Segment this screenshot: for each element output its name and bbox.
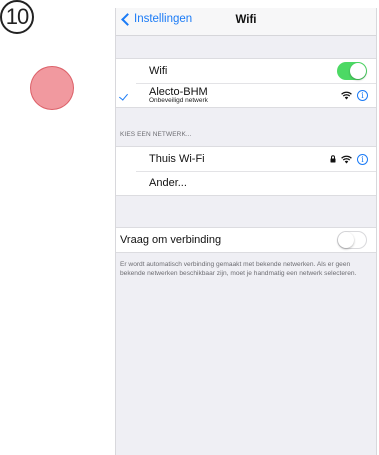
ask-to-join-row: Vraag om verbinding [116, 228, 376, 252]
choose-network-header: KIES EEN NETWERK... [120, 131, 192, 138]
network-name: Thuis Wi-Fi [149, 153, 205, 165]
ask-to-join-group: Vraag om verbinding [116, 227, 376, 253]
wifi-label: Wifi [149, 65, 168, 77]
ask-to-join-description: Er wordt automatisch verbinding gemaakt … [120, 261, 357, 277]
network-row[interactable]: Thuis Wi-Fi i [116, 147, 376, 171]
ask-to-join-label: Vraag om verbinding [120, 234, 222, 246]
wifi-icon [341, 91, 352, 99]
step-number-badge: 10 [0, 0, 34, 34]
row-icons: i [341, 89, 368, 101]
page-title: Wifi [235, 14, 257, 26]
connected-network-row[interactable]: Alecto-BHM Onbeveiligd netwerk i [116, 83, 376, 107]
other-network-row[interactable]: Ander... [116, 171, 376, 195]
toggle-knob [338, 232, 354, 248]
row-icons: i [330, 153, 368, 165]
tap-indicator [30, 66, 74, 110]
step-number: 10 [5, 4, 30, 29]
wifi-toggle-row: Wifi [116, 59, 376, 83]
other-network-label: Ander... [149, 177, 187, 189]
toggle-knob [350, 63, 366, 79]
info-icon[interactable]: i [357, 89, 368, 101]
wifi-toggle[interactable] [337, 62, 367, 80]
networks-group: Thuis Wi-Fi i Ander... [116, 146, 376, 196]
wifi-group: Wifi Alecto-BHM Onbeveiligd netwerk i [116, 58, 376, 108]
checkmark-icon [119, 91, 128, 101]
phone-screen: Instellingen Wifi Wifi Alecto-BHM Onbeve… [115, 8, 377, 455]
navigation-bar: Instellingen Wifi [116, 8, 376, 36]
ask-to-join-toggle[interactable] [337, 231, 367, 249]
lock-icon [330, 155, 336, 163]
connected-network-subtitle: Onbeveiligd netwerk [149, 97, 208, 104]
info-icon[interactable]: i [357, 153, 368, 165]
wifi-icon [341, 155, 352, 163]
instruction-page: 10 Instellingen Wifi Wifi Alecto-BHM Onb… [0, 0, 379, 455]
